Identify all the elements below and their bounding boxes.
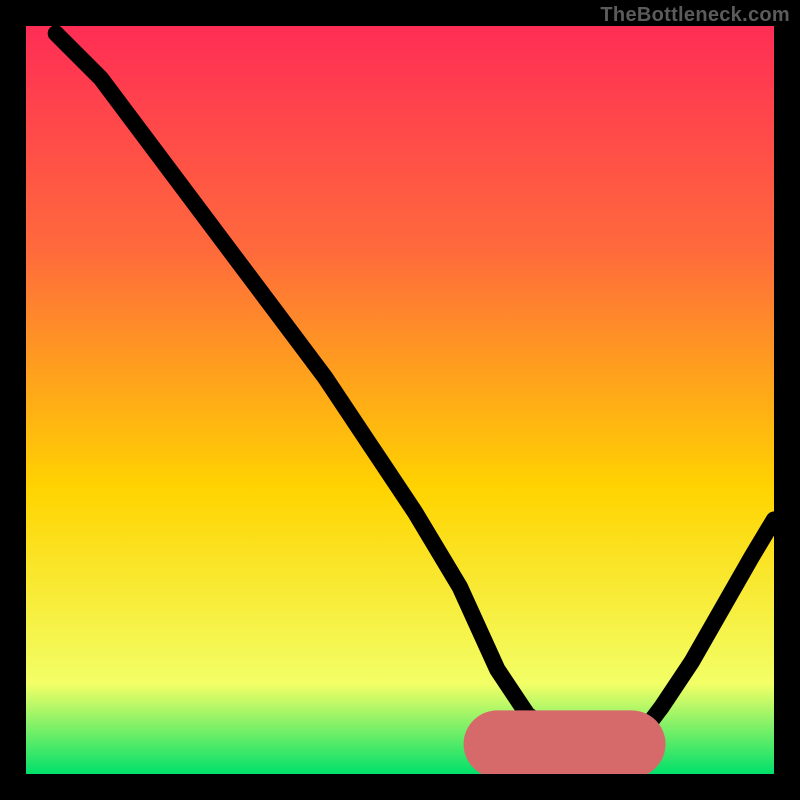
optimal-range-end-dot <box>622 734 641 753</box>
watermark-text: TheBottleneck.com <box>600 4 790 27</box>
bottleneck-chart <box>26 26 774 774</box>
optimal-range-start-dot <box>488 734 507 753</box>
chart-container: { "watermark": "TheBottleneck.com", "cha… <box>0 0 800 800</box>
plot-area <box>26 26 774 774</box>
